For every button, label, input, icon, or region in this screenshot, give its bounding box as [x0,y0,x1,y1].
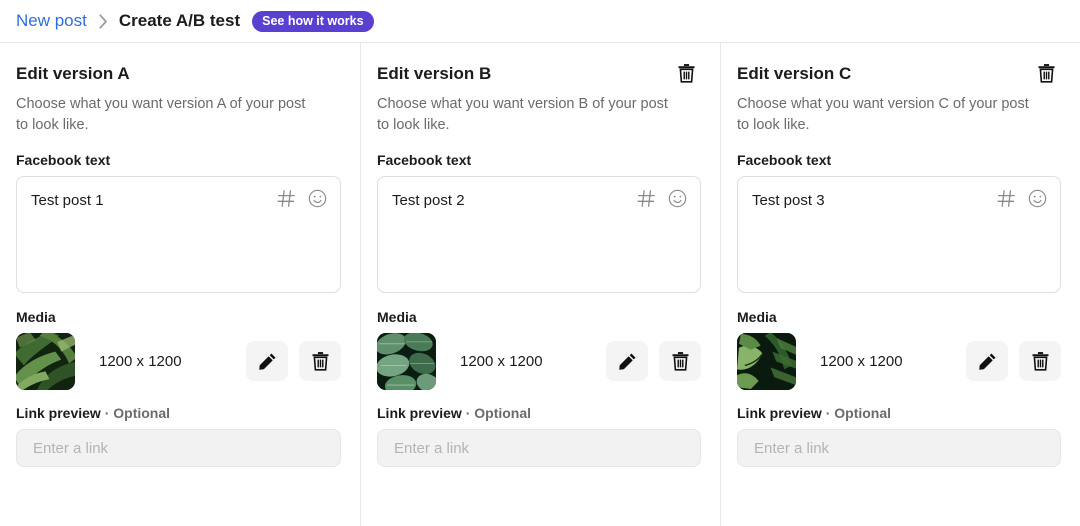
media-actions-c [966,341,1061,381]
link-preview-text-c: Link preview [737,405,822,421]
facebook-text-label-b: Facebook text [377,152,472,168]
link-preview-text-b: Link preview [377,405,462,421]
facebook-text-label-a: Facebook text [16,152,111,168]
media-label-a: Media [16,309,56,325]
media-thumbnail-c[interactable] [737,332,796,390]
version-column-c: Edit version C Choose what you want vers… [720,43,1080,526]
media-thumbnail-a[interactable] [16,332,75,390]
hashtag-icon[interactable] [277,189,296,208]
composer-icons-c [997,189,1047,208]
media-thumbnail-b[interactable] [377,332,436,390]
link-preview-text-a: Link preview [16,405,101,421]
delete-media-button-c[interactable] [1019,341,1061,381]
link-preview-label-c: Link preview · Optional [737,405,1061,421]
media-dimensions-b: 1200 x 1200 [460,352,543,370]
version-columns: Edit version A Choose what you want vers… [0,43,1080,526]
delete-version-c-button[interactable] [1037,63,1056,83]
link-preview-optional-c: · Optional [825,405,892,421]
delete-media-button-a[interactable] [299,341,341,381]
smiley-face-icon[interactable] [308,189,327,208]
media-row-c: 1200 x 1200 [737,332,1061,390]
edit-media-button-c[interactable] [966,341,1008,381]
version-column-a: Edit version A Choose what you want vers… [0,43,360,526]
media-dimensions-a: 1200 x 1200 [99,352,182,370]
facebook-text-composer-a[interactable]: Test post 1 [16,176,341,293]
media-actions-a [246,341,341,381]
media-actions-b [606,341,701,381]
facebook-text-label-c: Facebook text [737,152,832,168]
smiley-face-icon[interactable] [1028,189,1047,208]
media-row-a: 1200 x 1200 [16,332,341,390]
hashtag-icon[interactable] [637,189,656,208]
version-c-title: Edit version C [737,64,852,83]
media-dimensions-c: 1200 x 1200 [820,352,903,370]
link-preview-input-c[interactable] [752,438,1046,458]
media-label-c: Media [737,309,777,325]
link-preview-label-b: Link preview · Optional [377,405,701,421]
delete-media-button-b[interactable] [659,341,701,381]
version-c-description: Choose what you want version C of your p… [737,96,1029,133]
link-preview-input-a[interactable] [31,438,326,458]
page-title: Create A/B test [118,11,241,30]
link-preview-field-c[interactable] [737,429,1061,467]
facebook-text-composer-b[interactable]: Test post 2 [377,176,701,293]
facebook-text-composer-c[interactable]: Test post 3 [737,176,1061,293]
edit-media-button-a[interactable] [246,341,288,381]
link-preview-label-a: Link preview · Optional [16,405,341,421]
version-c-header: Edit version C [737,63,1061,87]
link-preview-optional-b: · Optional [465,405,532,421]
link-preview-optional-a: · Optional [104,405,171,421]
hashtag-icon[interactable] [997,189,1016,208]
link-preview-field-a[interactable] [16,429,341,467]
composer-icons-a [277,189,327,208]
version-a-header: Edit version A [16,63,341,87]
link-preview-field-b[interactable] [377,429,701,467]
edit-media-button-b[interactable] [606,341,648,381]
chevron-right-icon [99,13,108,29]
breadcrumb: New post Create A/B test See how it work… [0,0,1080,43]
smiley-face-icon[interactable] [668,189,687,208]
media-label-b: Media [377,309,417,325]
version-b-description: Choose what you want version B of your p… [377,96,668,133]
version-a-description: Choose what you want version A of your p… [16,96,306,133]
delete-version-b-button[interactable] [677,63,696,83]
version-b-title: Edit version B [377,64,492,83]
composer-icons-b [637,189,687,208]
version-b-header: Edit version B [377,63,701,87]
link-preview-input-b[interactable] [392,438,686,458]
version-a-title: Edit version A [16,64,130,83]
breadcrumb-link-new-post[interactable]: New post [16,11,87,31]
media-row-b: 1200 x 1200 [377,332,701,390]
see-how-it-works-badge[interactable]: See how it works [252,10,374,32]
version-column-b: Edit version B Choose what you want vers… [360,43,720,526]
